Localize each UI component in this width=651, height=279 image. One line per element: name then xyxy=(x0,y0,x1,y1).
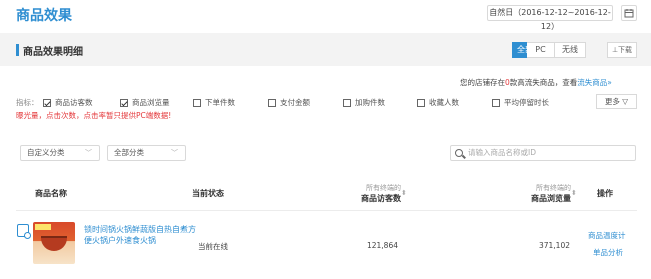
indicator-cart-items[interactable]: 加购件数 xyxy=(343,97,385,108)
churn-notice: 您的店铺存在0款高流失商品，查看流失商品» xyxy=(460,77,612,88)
table-divider xyxy=(16,210,637,211)
indicator-label-text: 收藏人数 xyxy=(429,98,459,107)
search-placeholder: 请输入商品名称或ID xyxy=(468,148,536,157)
column-header-pageviews[interactable]: 所有终端的 商品浏览量 xyxy=(519,183,571,204)
column-subheader: 所有终端的 xyxy=(366,184,401,192)
column-header-label: 商品浏览量 xyxy=(531,194,571,203)
product-thumbnail[interactable] xyxy=(33,222,75,264)
download-button[interactable]: ⊥下载 xyxy=(607,42,637,58)
thumbnail-bowl xyxy=(41,236,67,251)
indicator-label-text: 下单件数 xyxy=(205,98,235,107)
indicator-payment-amount[interactable]: 支付金额 xyxy=(268,97,310,108)
checkbox[interactable] xyxy=(492,98,500,107)
indicator-avg-stay[interactable]: 平均停留时长 xyxy=(492,97,549,108)
indicator-label-text: 平均停留时长 xyxy=(504,98,549,107)
checkbox[interactable] xyxy=(43,98,51,107)
chevron-down-icon: ﹀ xyxy=(171,149,178,157)
product-status: 当前在线 xyxy=(198,242,228,251)
notice-middle: 款高流失商品，查看 xyxy=(509,78,578,87)
section-accent-bar xyxy=(16,44,19,56)
indicator-label-text: 支付金额 xyxy=(280,98,310,107)
more-indicators-button[interactable]: 更多 ▽ xyxy=(596,94,637,109)
calendar-button[interactable] xyxy=(621,5,637,21)
indicator-label-text: 商品浏览量 xyxy=(132,98,170,107)
chevron-down-icon: ﹀ xyxy=(85,149,92,157)
product-pageviews: 371,102 xyxy=(538,241,570,250)
select-value: 自定义分类 xyxy=(27,148,65,157)
indicator-favorites[interactable]: 收藏人数 xyxy=(417,97,459,108)
indicator-label-text: 商品访客数 xyxy=(55,98,93,107)
pc-only-warning: 曝光量，点击次数，点击率暂只提供PC端数据! xyxy=(16,111,172,120)
indicator-order-items[interactable]: 下单件数 xyxy=(193,97,235,108)
select-value: 全部分类 xyxy=(114,148,144,157)
custom-category-select[interactable]: 自定义分类 ﹀ xyxy=(20,145,100,161)
checkbox[interactable] xyxy=(343,98,351,107)
column-header-name: 商品名称 xyxy=(35,189,67,198)
checkbox[interactable] xyxy=(120,98,128,107)
churn-products-link[interactable]: 流失商品» xyxy=(577,78,612,87)
tab-pc[interactable]: PC xyxy=(527,42,555,58)
page-title: 商品效果 xyxy=(16,8,72,24)
calendar-icon xyxy=(624,9,634,18)
notice-prefix: 您的店铺存在 xyxy=(460,78,505,87)
column-header-actions: 操作 xyxy=(597,189,613,198)
product-search-input[interactable]: 请输入商品名称或ID xyxy=(450,145,636,161)
column-subheader: 所有终端的 xyxy=(536,184,571,192)
all-category-select[interactable]: 全部分类 ﹀ xyxy=(107,145,186,161)
search-icon xyxy=(455,149,463,157)
product-name-link[interactable]: 锁时间锅火锅鲜蔬版自热自煮方便火锅户外速食火锅 xyxy=(84,224,199,246)
section-title: 商品效果明细 xyxy=(23,47,83,58)
product-pc-icon xyxy=(17,224,31,239)
thumbnail-tag xyxy=(35,224,51,230)
indicator-pageviews[interactable]: 商品浏览量 xyxy=(120,97,170,108)
indicator-label-text: 加购件数 xyxy=(355,98,385,107)
indicator-visitors[interactable]: 商品访客数 xyxy=(43,97,93,108)
sort-icon[interactable]: ⬍ xyxy=(401,189,407,197)
tab-wireless[interactable]: 无线 xyxy=(555,42,586,58)
column-header-label: 商品访客数 xyxy=(361,194,401,203)
sort-icon[interactable]: ⬍ xyxy=(571,189,577,197)
date-range-button[interactable]: 自然日（2016-12-12~2016-12-12） xyxy=(487,5,613,31)
checkbox[interactable] xyxy=(268,98,276,107)
single-product-analysis-link[interactable]: 单品分析 xyxy=(593,247,623,258)
checkbox[interactable] xyxy=(417,98,425,107)
column-header-visitors[interactable]: 所有终端的 商品访客数 xyxy=(349,183,401,204)
indicator-label: 指标： xyxy=(16,98,39,107)
checkbox[interactable] xyxy=(193,98,201,107)
column-header-status: 当前状态 xyxy=(192,189,224,198)
product-visitors: 121,864 xyxy=(366,241,398,250)
product-thermometer-link[interactable]: 商品温度计 xyxy=(588,230,626,241)
